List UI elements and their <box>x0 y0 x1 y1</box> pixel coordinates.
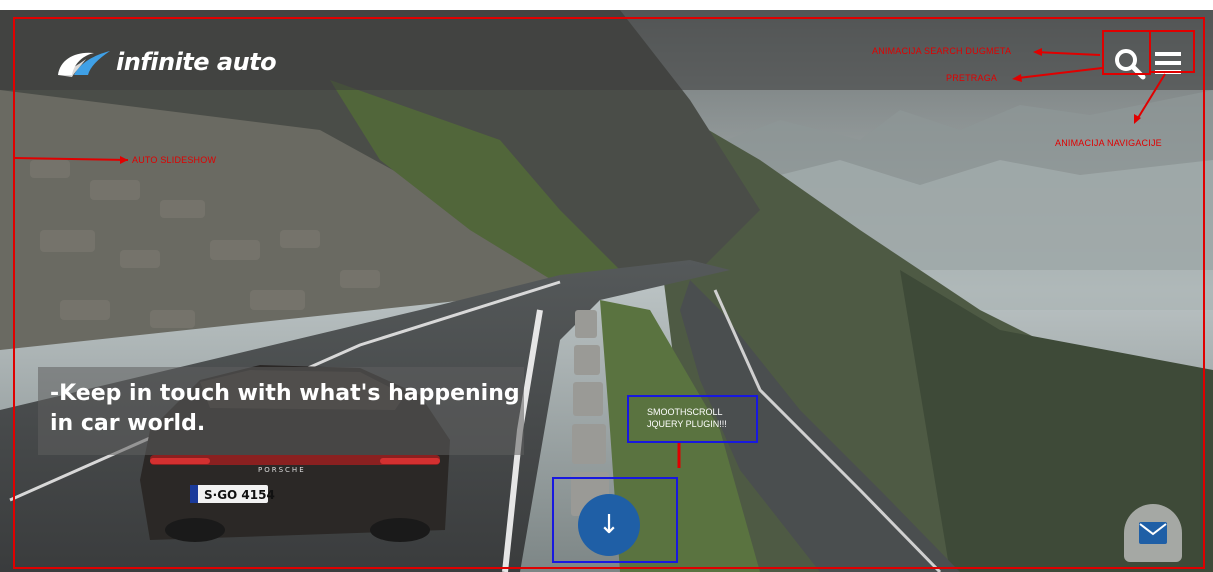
annotation-slideshow: AUTO SLIDESHOW <box>132 155 217 165</box>
menu-icon[interactable] <box>1153 48 1183 78</box>
car-badge-text: PORSCHE <box>258 466 306 474</box>
search-icon[interactable] <box>1113 47 1147 81</box>
logo-swoosh-icon <box>58 51 110 77</box>
mail-icon <box>1139 522 1167 544</box>
hero-slideshow: S·GO 4154 PORSCHE infinite auto -Keep in… <box>0 10 1213 572</box>
site-header: infinite auto <box>0 10 1213 90</box>
annotation-search: PRETRAGA <box>946 73 998 83</box>
license-plate-text: S·GO 4154 <box>204 488 275 502</box>
caption-line-2: in car world. <box>50 411 206 436</box>
annotation-nav-animation: ANIMACIJA NAVIGACIJE <box>1055 138 1162 148</box>
caption-line-1: -Keep in touch with what's happening <box>50 381 520 406</box>
annotation-smoothscroll-note: SMOOTHSCROLL JQUERY PLUGIN!!! <box>627 395 758 443</box>
hero-caption: -Keep in touch with what's happening in … <box>38 367 524 455</box>
hero-background-image: S·GO 4154 PORSCHE <box>0 10 1213 572</box>
site-logo[interactable]: infinite auto <box>54 42 277 82</box>
smoothscroll-line-2: JQUERY PLUGIN!!! <box>647 419 727 429</box>
annotation-search-animation: ANIMACIJA SEARCH DUGMETA <box>872 46 1012 56</box>
arrow-down-icon: ↓ <box>598 510 620 540</box>
scroll-down-button[interactable]: ↓ <box>578 494 640 556</box>
smoothscroll-line-1: SMOOTHSCROLL <box>647 407 723 417</box>
logo-text: infinite auto <box>116 48 277 76</box>
contact-button[interactable] <box>1124 504 1182 562</box>
